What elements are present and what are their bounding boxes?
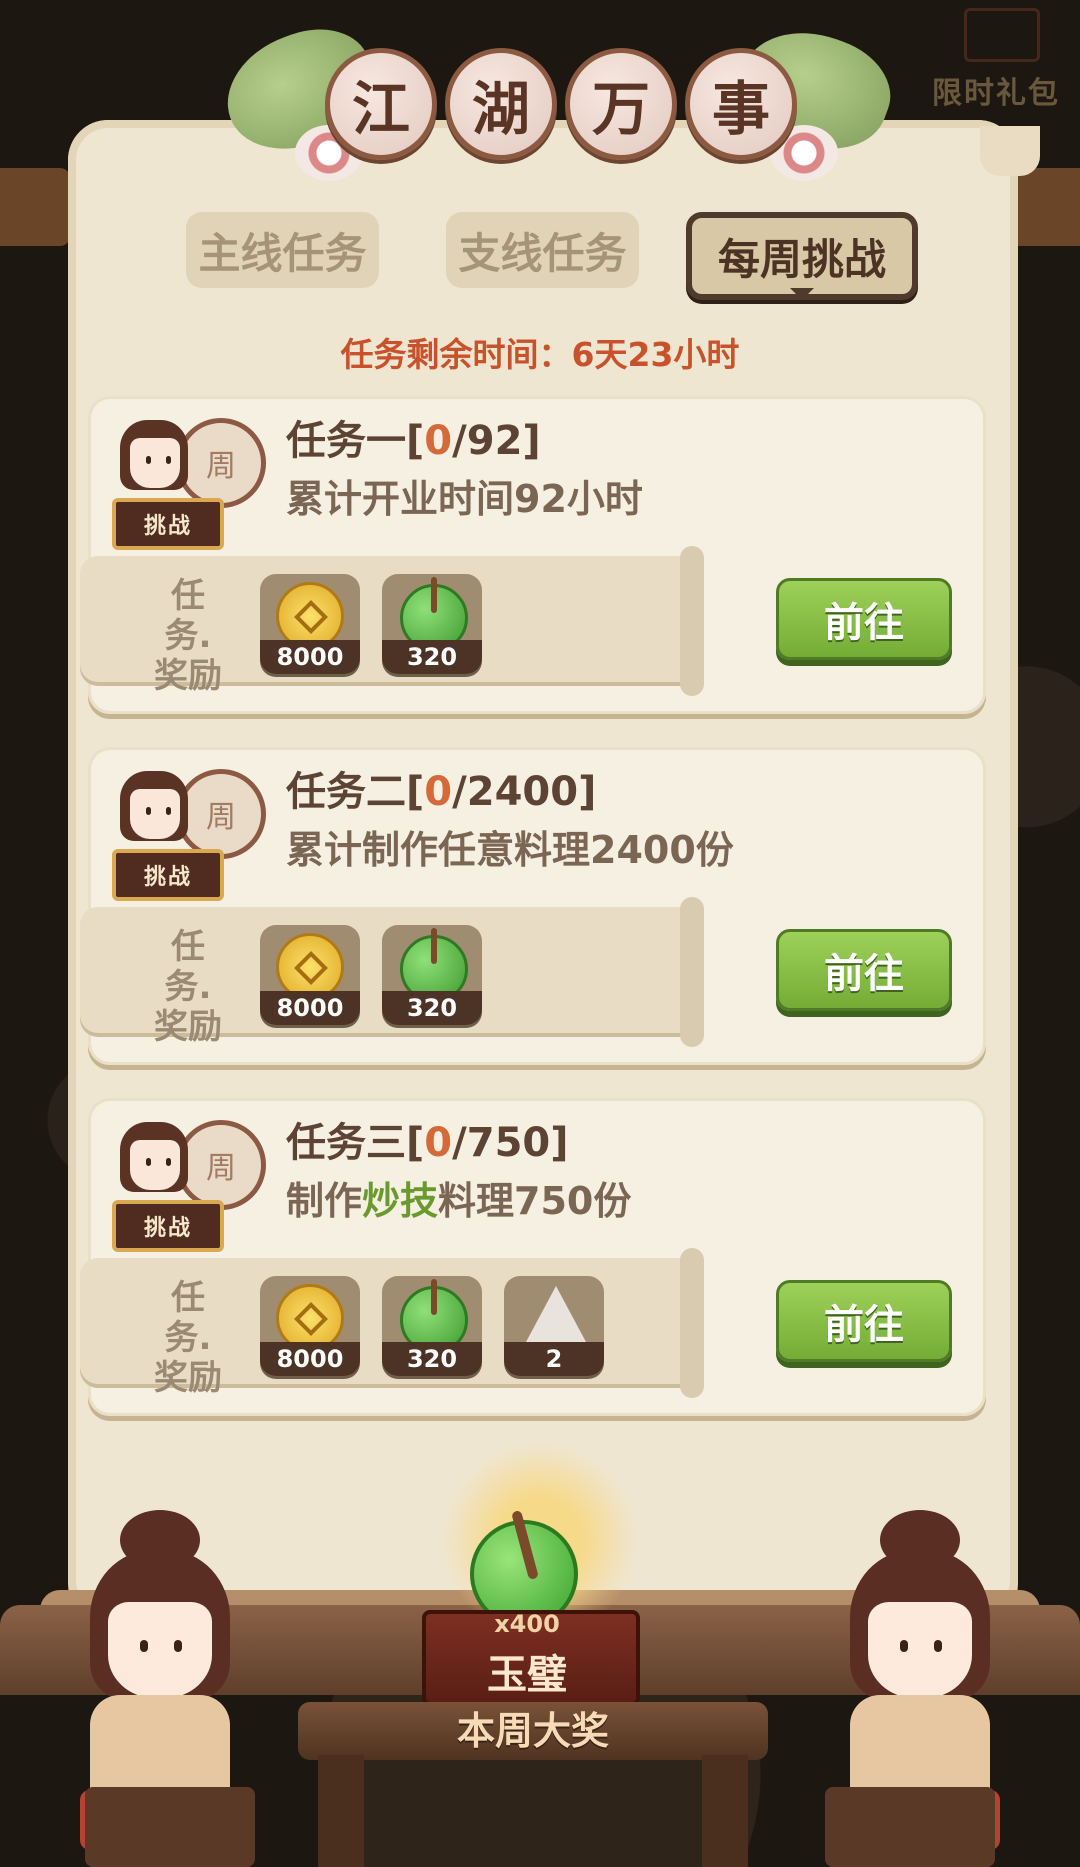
task-desc-pre: 制作 [286, 1179, 363, 1223]
reward-label-2: 奖励 [154, 656, 222, 696]
avatar-eye [166, 1158, 171, 1166]
task-progress-target: /92 [452, 418, 523, 464]
reward-label-1: 任务. [164, 1278, 212, 1358]
task-name: 任务二 [286, 769, 406, 815]
task-description: 累计制作任意料理2400份 [286, 819, 734, 874]
task-title: 任务一[0/92] [286, 418, 541, 464]
reward-count: 8000 [260, 640, 360, 674]
task-progress-target: /2400 [452, 769, 579, 815]
task-progress-current: 0 [424, 769, 453, 815]
task-description: 制作炒技料理750份 [286, 1170, 631, 1225]
task-name: 任务一 [286, 418, 406, 464]
task-card-3: 周 挑战 任务三[0/750] 制作炒技料理750份 任务. 奖励 8000 32… [80, 1098, 986, 1416]
rod-knob-left [0, 168, 70, 246]
table-leg [702, 1755, 748, 1867]
task-title: 任务三[0/750] [286, 1120, 569, 1166]
tab-weekly-challenge[interactable]: 每周挑战 [686, 212, 918, 300]
tab-main-quest[interactable]: 主线任务 [186, 212, 379, 288]
bench-right [825, 1787, 995, 1867]
week-coin-icon: 周 [176, 418, 266, 508]
task-description: 累计开业时间92小时 [286, 468, 643, 523]
gift-box-icon [964, 8, 1040, 62]
bench-left [85, 1787, 255, 1867]
reward-label-2: 奖励 [154, 1007, 222, 1047]
avatar-eye [146, 1158, 151, 1166]
reward-item-gold[interactable]: 8000 [260, 574, 360, 674]
reward-label-2: 奖励 [154, 1358, 222, 1398]
challenge-avatar: 周 挑战 [108, 1108, 266, 1252]
girl-eye [900, 1640, 908, 1652]
task-desc-highlight: 炒技 [362, 1179, 439, 1223]
girl-face [868, 1602, 972, 1698]
avatar-eye [146, 807, 151, 815]
reward-count: 8000 [260, 1342, 360, 1376]
task-desc-post: 料理750份 [438, 1179, 632, 1223]
task-desc-text: 累计制作任意料理2400份 [286, 828, 734, 872]
task-title: 任务二[0/2400] [286, 769, 597, 815]
challenge-badge: 挑战 [112, 1200, 224, 1252]
reward-item-jade[interactable]: 320 [382, 1276, 482, 1376]
girl-face [108, 1602, 212, 1698]
challenge-badge: 挑战 [112, 498, 224, 550]
reward-label-1: 任务. [164, 927, 212, 1007]
reward-count: 320 [382, 1342, 482, 1376]
reward-label-1: 任务. [164, 576, 212, 656]
avatar-face [130, 789, 180, 839]
reward-ribbon: 任务. 奖励 8000 320 [80, 546, 704, 696]
reward-item-jade[interactable]: 320 [382, 574, 482, 674]
task-desc-text: 累计开业时间92小时 [286, 477, 643, 521]
gift-label: 限时礼包 [932, 76, 1060, 111]
reward-ribbon: 任务. 奖励 8000 320 [80, 897, 704, 1047]
reward-ribbon: 任务. 奖励 8000 320 2 [80, 1248, 704, 1398]
panel-fold [980, 126, 1040, 176]
reward-item-jade[interactable]: 320 [382, 925, 482, 1025]
challenge-badge: 挑战 [112, 849, 224, 901]
page-title: 江 湖 万 事 [325, 48, 797, 160]
remaining-time: 任务剩余时间：6天23小时 [340, 335, 740, 374]
reward-item-gold[interactable]: 8000 [260, 925, 360, 1025]
go-button[interactable]: 前往 [776, 929, 952, 1011]
task-card-2: 周 挑战 任务二[0/2400] 累计制作任意料理2400份 任务. 奖励 800… [80, 747, 986, 1065]
avatar-eye [166, 456, 171, 464]
avatar-face [130, 1140, 180, 1190]
girl-eye [934, 1640, 942, 1652]
reward-label: 任务. 奖励 [148, 576, 228, 696]
task-progress-target: /750 [452, 1120, 551, 1166]
reward-count: 2 [504, 1342, 604, 1376]
reward-count: 320 [382, 640, 482, 674]
reward-item-gold[interactable]: 8000 [260, 1276, 360, 1376]
task-card-1: 周 挑战 任务一[0/92] 累计开业时间92小时 任务. 奖励 8000 320… [80, 396, 986, 714]
table-leg [318, 1755, 364, 1867]
reward-label: 任务. 奖励 [148, 927, 228, 1047]
avatar-eye [146, 456, 151, 464]
rod-knob-right [1010, 168, 1080, 246]
title-char: 湖 [445, 48, 557, 160]
girl-eye [140, 1640, 148, 1652]
task-progress-current: 0 [424, 418, 453, 464]
reward-count: 8000 [260, 991, 360, 1025]
reward-count: 320 [382, 991, 482, 1025]
title-char: 事 [685, 48, 797, 160]
reward-label: 任务. 奖励 [148, 1278, 228, 1398]
zongzi-icon [526, 1286, 586, 1342]
challenge-avatar: 周 挑战 [108, 757, 266, 901]
limited-gift-corner[interactable]: 限时礼包 [920, 0, 1080, 130]
challenge-avatar: 周 挑战 [108, 406, 266, 550]
task-name: 任务三 [286, 1120, 406, 1166]
week-coin-icon: 周 [176, 1120, 266, 1210]
girl-eye [174, 1640, 182, 1652]
reward-item-zongzi[interactable]: 2 [504, 1276, 604, 1376]
go-button[interactable]: 前往 [776, 1280, 952, 1362]
task-progress-current: 0 [424, 1120, 453, 1166]
grand-prize-name: 玉璧 [487, 1652, 567, 1698]
grand-prize-qty: x400 [494, 1610, 560, 1638]
go-button[interactable]: 前往 [776, 578, 952, 660]
week-coin-icon: 周 [176, 769, 266, 859]
avatar-face [130, 438, 180, 488]
title-char: 江 [325, 48, 437, 160]
tab-side-quest[interactable]: 支线任务 [446, 212, 639, 288]
title-char: 万 [565, 48, 677, 160]
avatar-eye [166, 807, 171, 815]
weekly-grand-prize-caption: 本周大奖 [456, 1709, 609, 1753]
